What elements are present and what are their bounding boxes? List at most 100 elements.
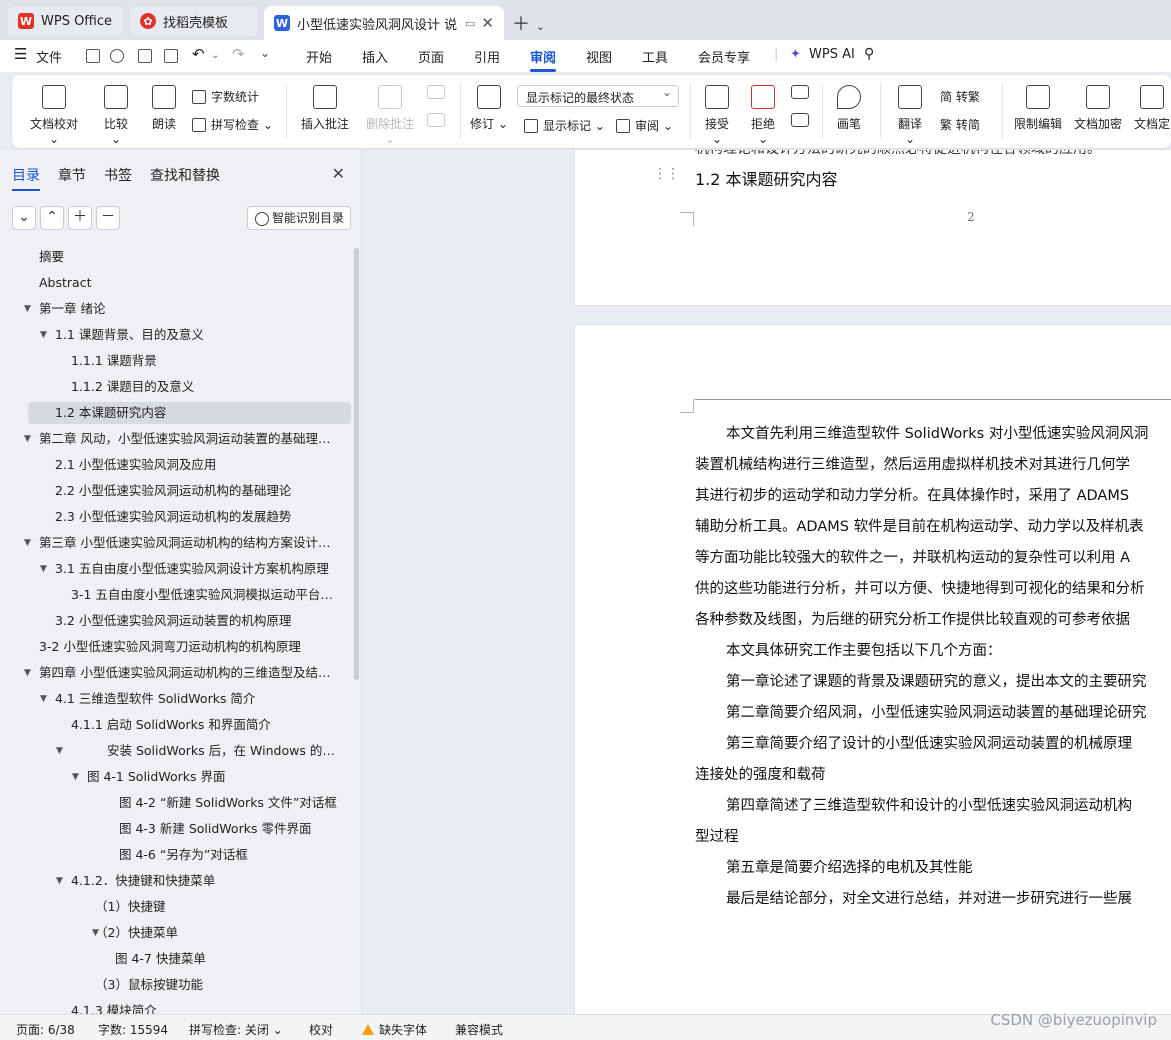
translate-button[interactable]: 翻译 ⌄ (892, 85, 928, 146)
toc-item[interactable]: 第三章 小型低速实验风洞运动机构的结构方案设计和 ... (39, 532, 340, 554)
toc-item[interactable]: 2.3 小型低速实验风洞运动机构的发展趋势 (55, 506, 340, 528)
expand-toggle-icon[interactable]: ▼ (24, 298, 31, 320)
finalize-button[interactable]: 文档定 (1132, 85, 1171, 132)
review-pane-button[interactable]: 审阅 ⌄ (616, 117, 673, 134)
menu-view[interactable]: 视图 (586, 47, 612, 66)
menu-review[interactable]: 审阅 (530, 47, 557, 72)
nav-tab-sections[interactable]: 章节 (58, 165, 86, 185)
compare-button[interactable]: 比较 ⌄ (98, 85, 134, 146)
expand-all-button[interactable]: ⌄ (12, 206, 36, 230)
proof-status[interactable]: 校对 (309, 1021, 333, 1038)
collapse-all-button[interactable]: ⌃ (40, 206, 64, 230)
toc-item[interactable]: 4.1 三维造型软件 SolidWorks 简介 (55, 688, 340, 710)
toc-item[interactable]: 4.1.2．快捷键和快捷菜单 (71, 870, 340, 892)
to-traditional-button[interactable]: 简 转繁 (940, 88, 980, 105)
redo-icon[interactable]: ↷ (232, 45, 245, 63)
word-count-button[interactable]: 字数统计 (192, 88, 259, 105)
expand-toggle-icon[interactable]: ▼ (24, 662, 31, 684)
nav-tab-find-replace[interactable]: 查找和替换 (150, 165, 220, 185)
search-icon[interactable]: ⚲ (864, 46, 874, 62)
encrypt-button[interactable]: 文档加密 (1072, 85, 1124, 132)
toc-item[interactable]: （1）快捷键 (95, 896, 340, 918)
tab-wps-office[interactable]: W WPS Office (8, 6, 123, 36)
wps-ai-icon[interactable]: ✦ (790, 47, 801, 62)
markup-state-dropdown[interactable]: 显示标记的最终状态 (517, 85, 679, 107)
menu-insert[interactable]: 插入 (362, 47, 388, 66)
toc-item[interactable]: 3-1 五自由度小型低速实验风洞模拟运动平台的 ... (71, 584, 340, 606)
expand-toggle-icon[interactable]: ▼ (92, 922, 99, 944)
hamburger-icon[interactable]: ☰ (14, 45, 27, 63)
save-icon[interactable] (86, 49, 100, 63)
close-tab-icon[interactable]: ✕ (481, 14, 494, 32)
toc-item[interactable]: 图 4-3 新建 SolidWorks 零件界面 (119, 818, 340, 840)
expand-toggle-icon[interactable]: ▼ (72, 766, 79, 788)
spell-check-status[interactable]: 拼写检查: 关闭 ⌄ (189, 1021, 283, 1038)
toc-item[interactable]: 安装 SolidWorks 后，在 Windows 的操 ... (107, 740, 340, 762)
toc-item[interactable]: 3.1 五自由度小型低速实验风洞设计方案机构原理 (55, 558, 340, 580)
toc-item[interactable]: 4.1.1 启动 SolidWorks 和界面简介 (71, 714, 340, 736)
print-preview-icon[interactable] (164, 49, 178, 63)
toc-item[interactable]: 3.2 小型低速实验风洞运动装置的机构原理 (55, 610, 340, 632)
insert-comment-button[interactable]: 插入批注 (300, 85, 350, 132)
spell-check-button[interactable]: 拼写检查 ⌄ (192, 116, 273, 133)
toc-item[interactable]: 2.2 小型低速实验风洞运动机构的基础理论 (55, 480, 340, 502)
tab-current-document[interactable]: W 小型低速实验风洞风设计 说明书 ▭ ✕ (264, 6, 504, 40)
nav-tab-toc[interactable]: 目录 (12, 165, 40, 191)
word-count-indicator[interactable]: 字数: 15594 (98, 1021, 168, 1038)
screen-icon[interactable]: ▭ (465, 17, 475, 30)
toc-scrollbar[interactable] (354, 248, 359, 680)
accept-button[interactable]: 接受 ⌄ (700, 85, 734, 146)
toc-item[interactable]: 1.1 课题背景、目的及意义 (55, 324, 340, 346)
menu-home[interactable]: 开始 (306, 47, 332, 66)
toc-item[interactable]: 第二章 风动，小型低速实验风洞运动装置的基础理论 ... (39, 428, 340, 450)
share-icon[interactable] (110, 49, 124, 63)
tab-docer-templates[interactable]: ✿ 找稻壳模板 (130, 6, 258, 36)
menu-page[interactable]: 页面 (418, 47, 444, 66)
toc-item[interactable]: （2）快捷菜单 (95, 922, 340, 944)
smart-toc-button[interactable]: 智能识别目录 (247, 206, 351, 230)
undo-dropdown-icon[interactable]: ⌄ (211, 50, 219, 61)
doc-proof-button[interactable]: 文档校对 ⌄ (28, 85, 80, 146)
expand-toggle-icon[interactable]: ▼ (40, 688, 47, 710)
expand-toggle-icon[interactable]: ▼ (24, 428, 31, 450)
menu-membership[interactable]: 会员专享 (698, 47, 750, 66)
expand-toggle-icon[interactable]: ▼ (56, 870, 63, 892)
prev-comment-button[interactable] (426, 85, 446, 133)
toc-item[interactable]: 1.2 本课题研究内容 (28, 402, 351, 424)
expand-toggle-icon[interactable]: ▼ (40, 558, 47, 580)
expand-toggle-icon[interactable]: ▼ (40, 324, 47, 346)
pen-button[interactable]: 画笔 (834, 85, 864, 132)
prev-change-button[interactable] (790, 85, 810, 133)
menu-reference[interactable]: 引用 (474, 47, 500, 66)
menu-file[interactable]: 文件 (36, 47, 62, 66)
show-markup-button[interactable]: 显示标记 ⌄ (524, 117, 605, 134)
menu-tools[interactable]: 工具 (642, 47, 668, 66)
menu-wps-ai[interactable]: WPS AI (809, 47, 855, 62)
undo-icon[interactable]: ↶ (192, 45, 205, 63)
expand-toggle-icon[interactable]: ▼ (56, 740, 63, 762)
nav-tab-bookmarks[interactable]: 书签 (104, 165, 132, 185)
toc-item[interactable]: 1.1.2 课题目的及意义 (71, 376, 340, 398)
missing-font-status[interactable]: 缺失字体 (362, 1021, 427, 1038)
toc-item[interactable]: 2.1 小型低速实验风洞及应用 (55, 454, 340, 476)
new-tab-button[interactable]: ＋ ⌄ (512, 10, 545, 36)
toc-item[interactable]: 图 4-6 “另存为”对话框 (119, 844, 340, 866)
drag-handle-icon[interactable]: ⋮⋮ (653, 166, 680, 182)
delete-comment-button[interactable]: 删除批注 ⌄ (360, 85, 420, 146)
chevron-down-icon[interactable]: ⌄ (536, 20, 545, 33)
reject-button[interactable]: 拒绝 ⌄ (746, 85, 780, 146)
toc-item[interactable]: 3-2 小型低速实验风洞弯刀运动机构的机构原理 (39, 636, 340, 658)
add-heading-button[interactable]: ＋ (68, 206, 92, 230)
to-simplified-button[interactable]: 繁 转简 (940, 116, 980, 133)
toc-item[interactable]: 图 4-7 快捷菜单 (115, 948, 340, 970)
expand-toggle-icon[interactable]: ▼ (24, 532, 31, 554)
read-aloud-button[interactable]: 朗读 (150, 85, 178, 132)
page-indicator[interactable]: 页面: 6/38 (16, 1021, 75, 1038)
more-icon[interactable]: ⌄ (260, 46, 270, 60)
restrict-edit-button[interactable]: 限制编辑 (1012, 85, 1064, 132)
toc-item[interactable]: 摘要 (39, 246, 340, 268)
print-icon[interactable] (138, 49, 152, 63)
toc-item[interactable]: 图 4-1 SolidWorks 界面 (87, 766, 340, 788)
toc-item[interactable]: 第四章 小型低速实验风洞运动机构的三维造型及结构 ... (39, 662, 340, 684)
toc-item[interactable]: 1.1.1 课题背景 (71, 350, 340, 372)
